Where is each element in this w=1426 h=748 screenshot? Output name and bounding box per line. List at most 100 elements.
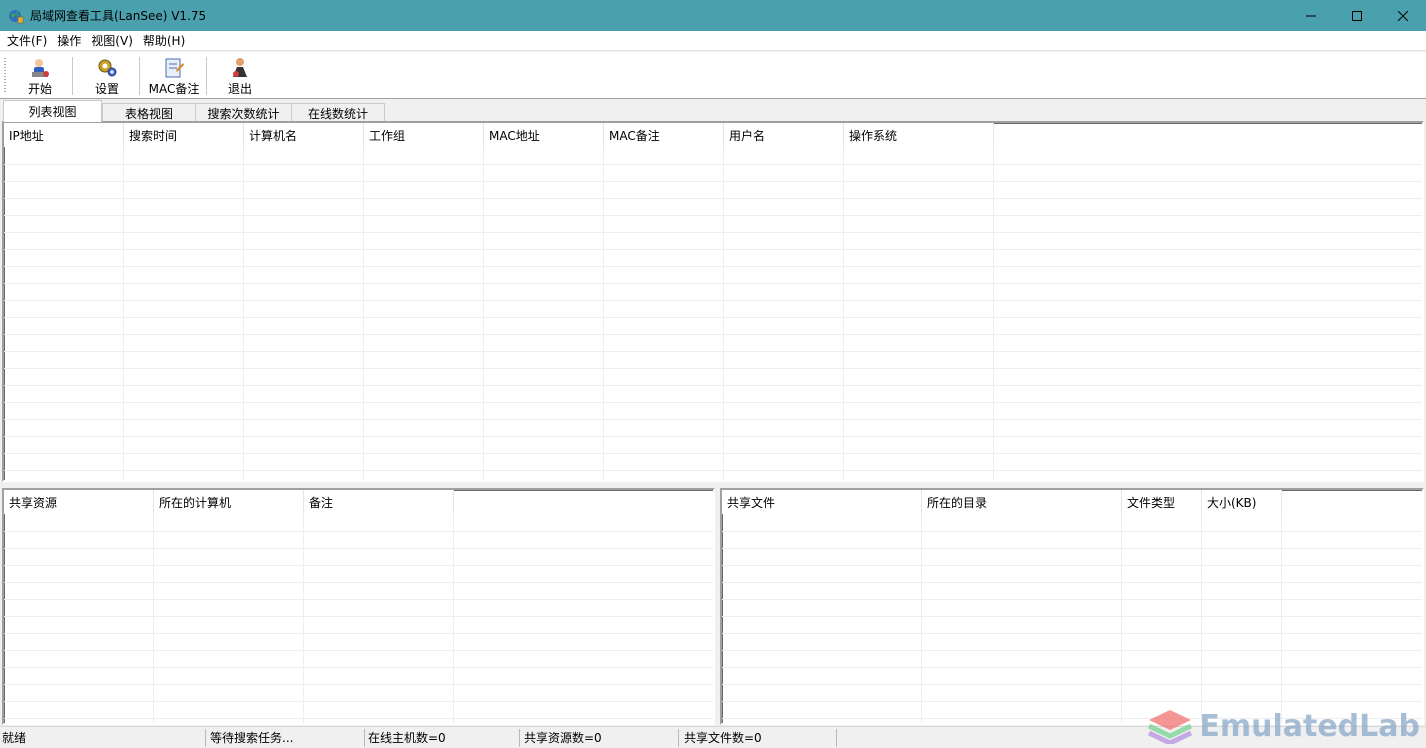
files-header: 共享文件 所在的目录 文件类型 大小(KB)	[722, 490, 1282, 514]
grid-row-line	[4, 266, 1422, 267]
grid-row-line	[4, 667, 713, 668]
grid-row-line	[4, 453, 1422, 454]
col-search-time[interactable]: 搜索时间	[124, 123, 244, 147]
tab-label: 表格视图	[124, 106, 173, 121]
col-ip-address[interactable]: IP地址	[4, 123, 124, 147]
hosts-header: IP地址 搜索时间 计算机名 工作组 MAC地址 MAC备注 用户名 操作系统	[4, 123, 994, 147]
toolbar-separator	[72, 57, 73, 95]
watermark: EmulatedLab	[1147, 708, 1420, 744]
grid-row-line	[4, 215, 1422, 216]
exit-label: 退出	[227, 82, 252, 96]
grid-row-line	[4, 531, 713, 532]
settings-gear-icon	[98, 59, 117, 77]
files-list[interactable]: 共享文件 所在的目录 文件类型 大小(KB)	[720, 488, 1424, 725]
maximize-icon	[1352, 10, 1362, 21]
grid-column-line	[921, 514, 922, 723]
watermark-layers-icon	[1148, 710, 1193, 744]
toolbar-separator	[139, 57, 140, 95]
watermark-text: EmulatedLab	[1199, 708, 1420, 744]
grid-row-line	[722, 599, 1422, 600]
grid-column-line	[723, 147, 724, 480]
grid-column-line	[483, 147, 484, 480]
grid-column-line	[453, 514, 454, 723]
col-os[interactable]: 操作系统	[844, 123, 994, 147]
grid-row-line	[4, 334, 1422, 335]
start-label: 开始	[27, 82, 52, 96]
col-mac-address[interactable]: MAC地址	[484, 123, 604, 147]
col-computer-name[interactable]: 计算机名	[244, 123, 364, 147]
col-shared-file[interactable]: 共享文件	[722, 490, 922, 514]
menu-view[interactable]: 视图(V)	[86, 31, 138, 51]
col-size-kb[interactable]: 大小(KB)	[1202, 490, 1282, 514]
hosts-list[interactable]: IP地址 搜索时间 计算机名 工作组 MAC地址 MAC备注 用户名 操作系统	[2, 121, 1424, 482]
toolbar-grip[interactable]	[4, 58, 6, 94]
col-remark[interactable]: 备注	[304, 490, 454, 514]
col-user-name[interactable]: 用户名	[724, 123, 844, 147]
files-grid	[722, 514, 1422, 723]
grid-column-line	[243, 147, 244, 480]
status-online-hosts: 在线主机数=0	[366, 729, 520, 747]
grid-row-line	[722, 548, 1422, 549]
grid-row-line	[4, 633, 713, 634]
status-ready: 就绪	[0, 729, 206, 747]
maximize-button[interactable]	[1334, 0, 1380, 31]
grid-column-line	[1121, 514, 1122, 723]
grid-column-line	[153, 514, 154, 723]
settings-label: 设置	[94, 82, 119, 96]
grid-column-line	[603, 147, 604, 480]
col-directory[interactable]: 所在的目录	[922, 490, 1122, 514]
col-mac-note[interactable]: MAC备注	[604, 123, 724, 147]
grid-row-line	[722, 650, 1422, 651]
shares-grid	[4, 514, 713, 723]
minimize-button[interactable]	[1288, 0, 1334, 31]
tab-online-stats[interactable]: 在线数统计	[291, 103, 385, 122]
col-workgroup[interactable]: 工作组	[364, 123, 484, 147]
grid-column-line	[843, 147, 844, 480]
grid-row-line	[722, 565, 1422, 566]
exit-button[interactable]: 退出	[214, 54, 266, 97]
grid-row-line	[722, 633, 1422, 634]
grid-row-line	[4, 385, 1422, 386]
exit-icon	[233, 58, 247, 77]
tab-label: 列表视图	[28, 105, 77, 119]
col-share-resource[interactable]: 共享资源	[4, 490, 154, 514]
title-bar: 局域网查看工具(LanSee) V1.75	[0, 0, 1426, 31]
grid-row-line	[4, 232, 1422, 233]
grid-row-line	[4, 402, 1422, 403]
grid-row-line	[722, 667, 1422, 668]
start-icon	[32, 59, 49, 77]
menu-bar: 文件(F) 操作 视图(V) 帮助(H)	[0, 31, 1426, 51]
shares-list[interactable]: 共享资源 所在的计算机 备注	[2, 488, 715, 725]
mac-note-button[interactable]: MAC备注	[144, 54, 204, 97]
tab-table-view[interactable]: 表格视图	[102, 103, 196, 122]
grid-column-line	[363, 147, 364, 480]
close-button[interactable]	[1380, 0, 1426, 31]
grid-row-line	[4, 181, 1422, 182]
grid-row-line	[4, 548, 713, 549]
view-tabs: 列表视图 表格视图 搜索次数统计 在线数统计	[0, 100, 1426, 122]
tab-label: 搜索次数统计	[207, 106, 280, 121]
grid-row-line	[4, 718, 713, 719]
col-file-type[interactable]: 文件类型	[1122, 490, 1202, 514]
grid-column-line	[1201, 514, 1202, 723]
close-icon	[1398, 10, 1408, 21]
toolbar-separator	[206, 57, 207, 95]
status-share-count: 共享资源数=0	[522, 729, 679, 747]
menu-operation[interactable]: 操作	[52, 31, 86, 51]
window-title: 局域网查看工具(LanSee) V1.75	[30, 9, 207, 23]
col-host-computer[interactable]: 所在的计算机	[154, 490, 304, 514]
status-file-count: 共享文件数=0	[682, 729, 837, 747]
grid-row-line	[4, 351, 1422, 352]
start-button[interactable]: 开始	[14, 54, 66, 97]
shares-header: 共享资源 所在的计算机 备注	[4, 490, 454, 514]
menu-file[interactable]: 文件(F)	[2, 31, 52, 51]
hosts-grid	[4, 147, 1422, 480]
tab-list-view[interactable]: 列表视图	[3, 100, 102, 122]
grid-row-line	[4, 650, 713, 651]
grid-row-line	[4, 249, 1422, 250]
tab-label: 在线数统计	[307, 106, 368, 121]
grid-row-line	[4, 317, 1422, 318]
tab-search-stats[interactable]: 搜索次数统计	[195, 103, 292, 122]
menu-help[interactable]: 帮助(H)	[138, 31, 190, 51]
settings-button[interactable]: 设置	[81, 54, 133, 97]
